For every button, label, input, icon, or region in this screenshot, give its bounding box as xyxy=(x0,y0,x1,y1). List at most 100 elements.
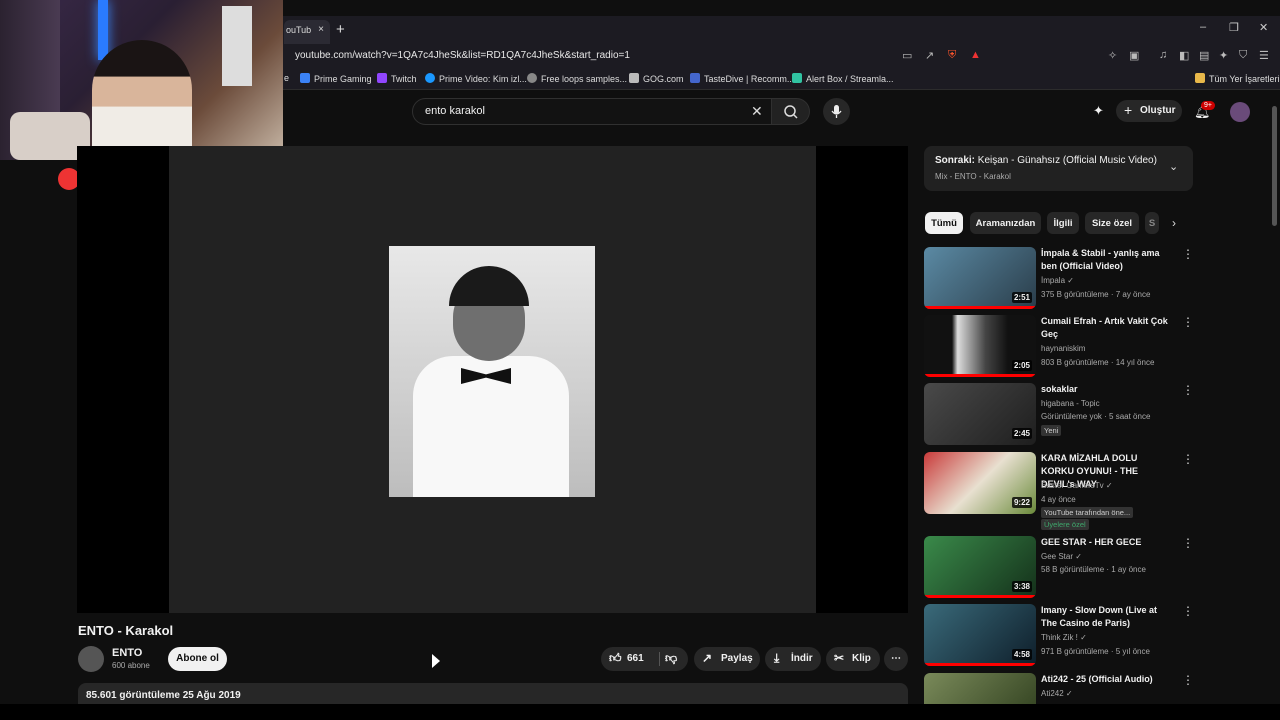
recommendation-thumbnail[interactable]: 2:45 xyxy=(924,383,1036,445)
tab-close-icon[interactable]: × xyxy=(318,24,324,35)
more-vert-icon[interactable]: ⋮ xyxy=(1182,452,1194,466)
featured-badge: YouTube tarafından öne... xyxy=(1041,507,1134,518)
subscribe-button[interactable]: Abone ol xyxy=(168,647,227,671)
share-icon[interactable]: ↗ xyxy=(925,49,934,62)
close-window-button[interactable]: ✕ xyxy=(1259,21,1268,34)
brave-shield-icon[interactable]: ⛨ xyxy=(948,49,956,62)
all-bookmarks-folder[interactable]: Tüm Yer İşaretleri xyxy=(1195,73,1280,84)
media-icon[interactable]: ♫ xyxy=(1159,49,1167,61)
recommendation-thumbnail[interactable]: 2:51 xyxy=(924,247,1036,309)
recommendation-channel: higabana - Topic xyxy=(1041,399,1100,408)
bookmark-twitch[interactable]: Twitch xyxy=(377,73,417,84)
more-vert-icon[interactable]: ⋮ xyxy=(1182,536,1194,550)
chip-related[interactable]: İlgili xyxy=(1047,212,1079,234)
up-next-panel[interactable] xyxy=(924,146,1193,191)
bookmark-prime-video[interactable]: Prime Video: Kim izl... xyxy=(425,73,527,84)
bookmark-alert-box[interactable]: Alert Box / Streamla... xyxy=(792,73,894,84)
channel-avatar[interactable] xyxy=(78,646,104,672)
screenshot-icon[interactable]: ▣ xyxy=(1129,49,1139,62)
more-vert-icon[interactable]: ⋮ xyxy=(1182,247,1194,261)
url-field[interactable]: youtube.com/watch?v=1QA7c4JheSk&list=RD1… xyxy=(295,50,630,61)
mouse-cursor xyxy=(432,654,440,668)
recommendation-item[interactable]: Ati242 - 25 (Official Audio) Ati242 ✓ ⋮ xyxy=(924,673,1194,704)
chip-from-search[interactable]: Aramanızdan xyxy=(970,212,1041,234)
account-avatar[interactable] xyxy=(1230,102,1250,122)
recommendation-title[interactable]: İmpala & Stabil - yanlış ama ben (Offici… xyxy=(1041,247,1171,273)
notification-count-badge: 9+ xyxy=(1201,101,1215,110)
search-input[interactable]: ento karakol xyxy=(412,98,772,125)
more-vert-icon[interactable]: ⋮ xyxy=(1182,383,1194,397)
vpn-icon[interactable]: ⛉ xyxy=(1239,49,1247,62)
recommendation-title[interactable]: sokaklar xyxy=(1041,383,1171,396)
sidebar-icon[interactable]: ◧ xyxy=(1179,49,1189,62)
recommendation-title[interactable]: GEE STAR - HER GECE xyxy=(1041,536,1171,549)
more-vert-icon[interactable]: ⋮ xyxy=(1182,315,1194,329)
bookmark-gog[interactable]: GOG.com xyxy=(629,73,684,84)
share-button[interactable]: ↗ Paylaş xyxy=(694,647,760,671)
bookmark-prime-gaming[interactable]: Prime Gaming xyxy=(300,73,372,84)
verified-icon: ✓ xyxy=(1075,552,1082,561)
search-icon xyxy=(784,105,798,119)
members-only-badge: Üyelere özel xyxy=(1041,519,1089,530)
up-next-title[interactable]: Sonraki: Keişan - Günahsız (Official Mus… xyxy=(935,155,1157,166)
bookmark-item[interactable]: e xyxy=(284,73,289,83)
create-button[interactable]: + Oluştur xyxy=(1116,100,1182,122)
chips-next-icon[interactable]: › xyxy=(1172,216,1176,230)
brave-rewards-icon[interactable]: ▲ xyxy=(970,49,981,61)
recommendation-thumbnail[interactable]: 9:22 xyxy=(924,452,1036,514)
channel-name[interactable]: ENTO xyxy=(112,647,142,659)
recommendation-thumbnail[interactable]: 3:38 xyxy=(924,536,1036,598)
chip-more[interactable]: S xyxy=(1145,212,1159,234)
recommendation-channel: Easter GamersTv ✓ xyxy=(1041,481,1113,490)
recommendation-thumbnail[interactable]: 2:05 xyxy=(924,315,1036,377)
chip-all[interactable]: Tümü xyxy=(925,212,963,234)
browser-tab[interactable]: ouTub × xyxy=(284,20,330,44)
verified-icon: ✓ xyxy=(1065,689,1073,698)
like-icon[interactable]: 👍︎ xyxy=(609,651,622,666)
recommendation-thumbnail[interactable] xyxy=(924,673,1036,704)
tab-title: ouTub xyxy=(286,25,312,35)
plus-icon: + xyxy=(1124,102,1133,118)
new-tab-button[interactable]: + xyxy=(336,21,345,38)
install-icon[interactable]: ▭ xyxy=(902,49,912,62)
menu-icon[interactable]: ☰ xyxy=(1259,49,1269,62)
recommendation-channel: haynaniskim xyxy=(1041,344,1086,353)
more-actions-button[interactable]: ⋯ xyxy=(884,647,908,671)
up-next-subtitle: Mix - ENTO - Karakol xyxy=(935,172,1011,181)
verified-icon: ✓ xyxy=(1067,276,1074,285)
recommendation-title[interactable]: Ati242 - 25 (Official Audio) xyxy=(1041,673,1171,686)
new-badge: Yeni xyxy=(1041,425,1062,436)
bookmark-tastedive[interactable]: TasteDive | Recomm... xyxy=(690,73,794,84)
page-scrollbar[interactable] xyxy=(1271,96,1278,704)
voice-search-button[interactable] xyxy=(823,98,850,125)
recommendation-channel: Think Zik ! ✓ xyxy=(1041,633,1087,642)
minimize-button[interactable]: – xyxy=(1200,21,1206,33)
clear-search-icon[interactable]: ✕ xyxy=(751,103,763,120)
download-button[interactable]: ⤓ İndir xyxy=(765,647,821,671)
more-vert-icon[interactable]: ⋮ xyxy=(1182,673,1194,687)
chevron-down-icon[interactable]: ⌄ xyxy=(1169,160,1178,173)
wallet-icon[interactable]: ▤ xyxy=(1199,49,1209,62)
clip-button[interactable]: ✂ Klip xyxy=(826,647,880,671)
recommendation-meta: 4 ay önce xyxy=(1041,495,1076,504)
search-button[interactable] xyxy=(772,98,810,125)
chip-for-you[interactable]: Size özel xyxy=(1085,212,1139,234)
recommendation-meta: Görüntüleme yok · 5 saat önce xyxy=(1041,412,1151,421)
extensions-icon[interactable]: ✧ xyxy=(1108,49,1117,62)
video-title: ENTO - Karakol xyxy=(78,623,174,638)
recommendation-thumbnail[interactable]: 4:58 xyxy=(924,604,1036,666)
like-count[interactable]: 661 xyxy=(627,653,644,664)
gemini-icon[interactable]: ✦ xyxy=(1093,103,1104,119)
verified-icon: ✓ xyxy=(1105,481,1113,490)
more-vert-icon[interactable]: ⋮ xyxy=(1182,604,1194,618)
maximize-button[interactable]: ❐ xyxy=(1229,21,1239,34)
recommendation-channel: İmpala ✓ xyxy=(1041,276,1074,285)
leo-icon[interactable]: ✦ xyxy=(1219,49,1228,62)
scissors-icon: ✂ xyxy=(834,651,845,665)
recommendation-meta: 375 B görüntüleme · 7 ay önce xyxy=(1041,290,1151,299)
bookmark-free-loops[interactable]: Free loops samples... xyxy=(527,73,627,84)
recommendation-title[interactable]: Imany - Slow Down (Live at The Casino de… xyxy=(1041,604,1171,630)
recommendation-meta: 971 B görüntüleme · 5 yıl önce xyxy=(1041,647,1150,656)
recommendation-title[interactable]: Cumali Efrah - Artık Vakit Çok Geç xyxy=(1041,315,1171,341)
dislike-icon[interactable]: 👎︎ xyxy=(665,651,677,666)
